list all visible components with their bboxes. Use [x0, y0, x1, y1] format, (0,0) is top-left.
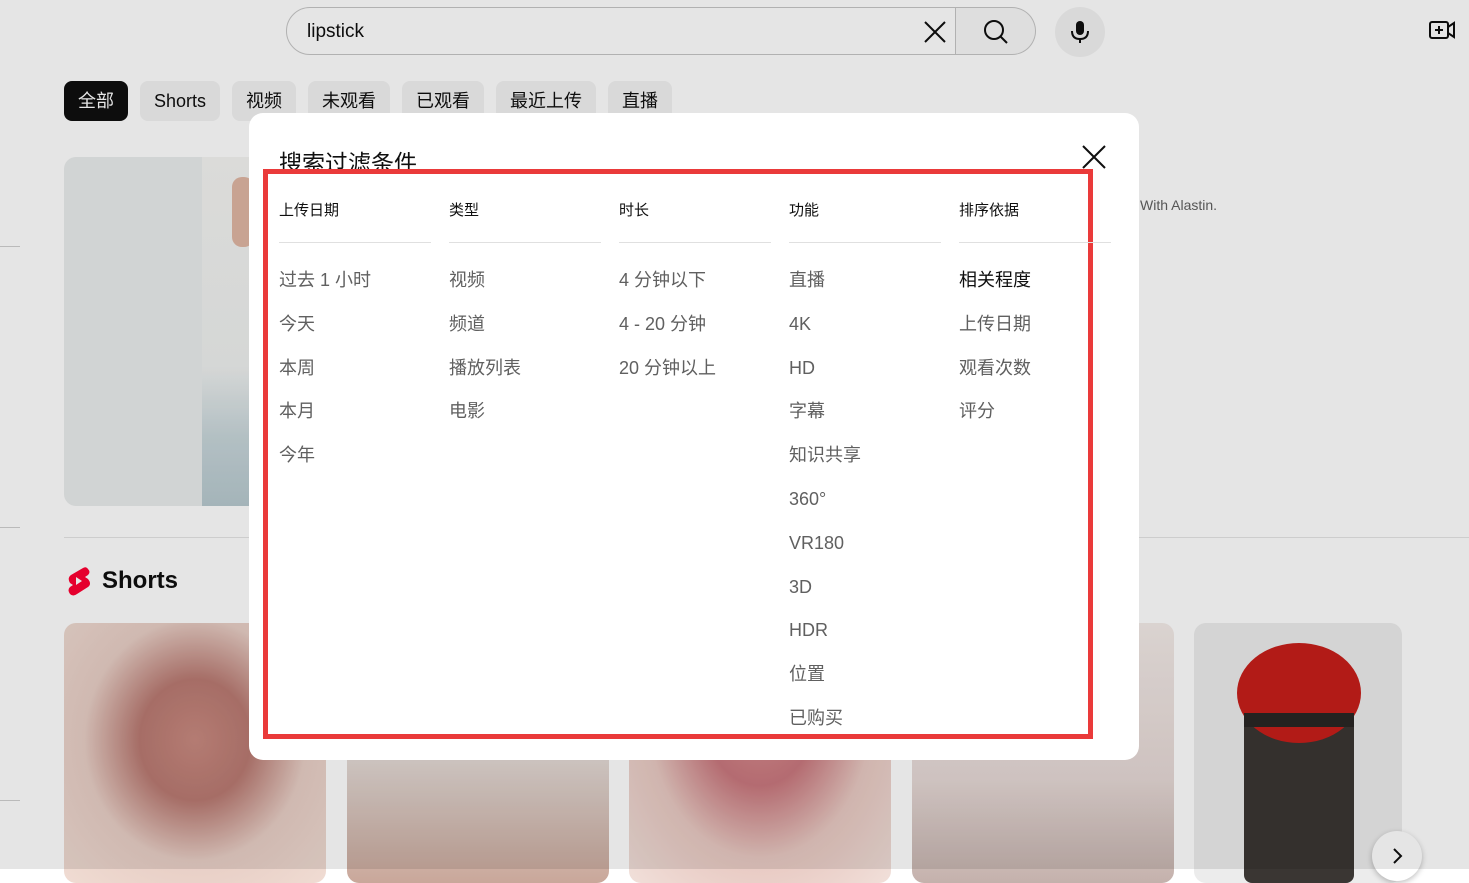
- filter-column-features: 功能 直播 4K HD 字幕 知识共享 360° VR180 3D HDR 位置…: [789, 199, 941, 750]
- sort-relevance[interactable]: 相关程度: [959, 268, 1111, 312]
- close-icon[interactable]: [1080, 143, 1108, 171]
- filter-feature-hd[interactable]: HD: [789, 356, 941, 400]
- filter-type-movie[interactable]: 电影: [449, 399, 601, 443]
- filter-feature-live[interactable]: 直播: [789, 268, 941, 312]
- column-header-features: 功能: [789, 199, 941, 243]
- filter-last-hour[interactable]: 过去 1 小时: [279, 268, 431, 312]
- column-header-upload-date: 上传日期: [279, 199, 431, 243]
- filter-feature-3d[interactable]: 3D: [789, 575, 941, 619]
- column-header-duration: 时长: [619, 199, 771, 243]
- filter-feature-subtitles[interactable]: 字幕: [789, 399, 941, 443]
- filter-feature-hdr[interactable]: HDR: [789, 618, 941, 662]
- filter-duration-long[interactable]: 20 分钟以上: [619, 356, 771, 400]
- filter-column-duration: 时长 4 分钟以下 4 - 20 分钟 20 分钟以上: [619, 199, 771, 399]
- filter-feature-location[interactable]: 位置: [789, 662, 941, 706]
- filter-feature-4k[interactable]: 4K: [789, 312, 941, 356]
- filter-column-type: 类型 视频 频道 播放列表 电影: [449, 199, 601, 443]
- column-header-sort-by: 排序依据: [959, 199, 1111, 243]
- search-filters-dialog: 搜索过滤条件 上传日期 过去 1 小时 今天 本周 本月 今年 类型 视频 频道…: [249, 113, 1139, 760]
- column-header-type: 类型: [449, 199, 601, 243]
- filter-feature-purchased[interactable]: 已购买: [789, 706, 941, 750]
- filter-this-month[interactable]: 本月: [279, 399, 431, 443]
- sort-view-count[interactable]: 观看次数: [959, 356, 1111, 400]
- filter-duration-short[interactable]: 4 分钟以下: [619, 268, 771, 312]
- filter-today[interactable]: 今天: [279, 312, 431, 356]
- filter-duration-medium[interactable]: 4 - 20 分钟: [619, 312, 771, 356]
- filter-this-week[interactable]: 本周: [279, 356, 431, 400]
- filter-column-sort-by: 排序依据 相关程度 上传日期 观看次数 评分: [959, 199, 1111, 443]
- filter-type-video[interactable]: 视频: [449, 268, 601, 312]
- sort-upload-date[interactable]: 上传日期: [959, 312, 1111, 356]
- sort-rating[interactable]: 评分: [959, 399, 1111, 443]
- filter-feature-creative-commons[interactable]: 知识共享: [789, 443, 941, 487]
- filter-feature-360[interactable]: 360°: [789, 487, 941, 531]
- filter-feature-vr180[interactable]: VR180: [789, 531, 941, 575]
- filter-type-channel[interactable]: 频道: [449, 312, 601, 356]
- filter-this-year[interactable]: 今年: [279, 443, 431, 487]
- filter-column-upload-date: 上传日期 过去 1 小时 今天 本周 本月 今年: [279, 199, 431, 487]
- filter-type-playlist[interactable]: 播放列表: [449, 356, 601, 400]
